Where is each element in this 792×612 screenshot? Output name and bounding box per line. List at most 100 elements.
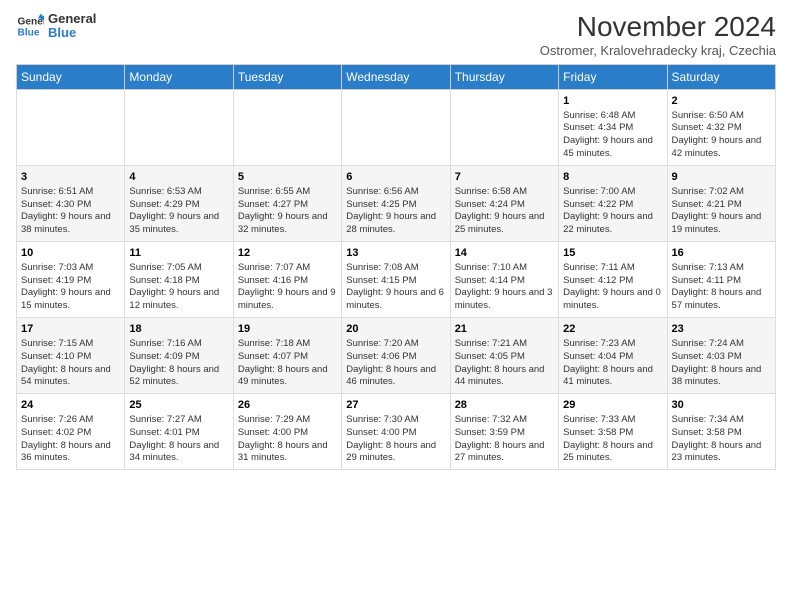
day-info: Sunrise: 7:07 AMSunset: 4:16 PMDaylight:… [238, 262, 337, 313]
day-number: 2 [672, 94, 771, 109]
weekday-header: Tuesday [233, 64, 341, 89]
day-number: 9 [672, 170, 771, 185]
calendar-cell: 18Sunrise: 7:16 AMSunset: 4:09 PMDayligh… [125, 318, 233, 394]
day-number: 14 [455, 246, 554, 261]
day-info: Sunrise: 7:20 AMSunset: 4:06 PMDaylight:… [346, 338, 445, 389]
logo-text-line2: Blue [48, 26, 96, 40]
calendar-cell: 9Sunrise: 7:02 AMSunset: 4:21 PMDaylight… [667, 165, 775, 241]
day-number: 1 [563, 94, 662, 109]
calendar-cell: 3Sunrise: 6:51 AMSunset: 4:30 PMDaylight… [17, 165, 125, 241]
day-info: Sunrise: 6:51 AMSunset: 4:30 PMDaylight:… [21, 186, 120, 237]
day-info: Sunrise: 7:16 AMSunset: 4:09 PMDaylight:… [129, 338, 228, 389]
day-info: Sunrise: 7:34 AMSunset: 3:58 PMDaylight:… [672, 414, 771, 465]
day-info: Sunrise: 7:24 AMSunset: 4:03 PMDaylight:… [672, 338, 771, 389]
calendar-cell [17, 89, 125, 165]
calendar-cell: 16Sunrise: 7:13 AMSunset: 4:11 PMDayligh… [667, 241, 775, 317]
calendar-cell: 5Sunrise: 6:55 AMSunset: 4:27 PMDaylight… [233, 165, 341, 241]
calendar-cell: 25Sunrise: 7:27 AMSunset: 4:01 PMDayligh… [125, 394, 233, 470]
day-info: Sunrise: 7:29 AMSunset: 4:00 PMDaylight:… [238, 414, 337, 465]
day-number: 13 [346, 246, 445, 261]
calendar-cell: 7Sunrise: 6:58 AMSunset: 4:24 PMDaylight… [450, 165, 558, 241]
day-number: 4 [129, 170, 228, 185]
calendar-cell: 30Sunrise: 7:34 AMSunset: 3:58 PMDayligh… [667, 394, 775, 470]
calendar-cell: 2Sunrise: 6:50 AMSunset: 4:32 PMDaylight… [667, 89, 775, 165]
calendar-cell: 19Sunrise: 7:18 AMSunset: 4:07 PMDayligh… [233, 318, 341, 394]
day-number: 23 [672, 322, 771, 337]
day-number: 17 [21, 322, 120, 337]
calendar-cell [342, 89, 450, 165]
calendar-cell: 20Sunrise: 7:20 AMSunset: 4:06 PMDayligh… [342, 318, 450, 394]
day-number: 22 [563, 322, 662, 337]
calendar-cell: 1Sunrise: 6:48 AMSunset: 4:34 PMDaylight… [559, 89, 667, 165]
day-number: 21 [455, 322, 554, 337]
calendar-cell [450, 89, 558, 165]
day-info: Sunrise: 7:27 AMSunset: 4:01 PMDaylight:… [129, 414, 228, 465]
weekday-header: Friday [559, 64, 667, 89]
day-info: Sunrise: 7:03 AMSunset: 4:19 PMDaylight:… [21, 262, 120, 313]
day-info: Sunrise: 7:13 AMSunset: 4:11 PMDaylight:… [672, 262, 771, 313]
weekday-header: Saturday [667, 64, 775, 89]
calendar-cell: 6Sunrise: 6:56 AMSunset: 4:25 PMDaylight… [342, 165, 450, 241]
day-info: Sunrise: 6:56 AMSunset: 4:25 PMDaylight:… [346, 186, 445, 237]
day-number: 27 [346, 398, 445, 413]
main-title: November 2024 [540, 12, 776, 43]
calendar-cell: 27Sunrise: 7:30 AMSunset: 4:00 PMDayligh… [342, 394, 450, 470]
day-info: Sunrise: 7:26 AMSunset: 4:02 PMDaylight:… [21, 414, 120, 465]
day-number: 5 [238, 170, 337, 185]
calendar-cell: 15Sunrise: 7:11 AMSunset: 4:12 PMDayligh… [559, 241, 667, 317]
day-info: Sunrise: 6:55 AMSunset: 4:27 PMDaylight:… [238, 186, 337, 237]
day-info: Sunrise: 6:53 AMSunset: 4:29 PMDaylight:… [129, 186, 228, 237]
calendar-cell: 26Sunrise: 7:29 AMSunset: 4:00 PMDayligh… [233, 394, 341, 470]
page-header: General Blue General Blue November 2024 … [16, 12, 776, 58]
day-info: Sunrise: 7:32 AMSunset: 3:59 PMDaylight:… [455, 414, 554, 465]
day-info: Sunrise: 7:11 AMSunset: 4:12 PMDaylight:… [563, 262, 662, 313]
day-number: 3 [21, 170, 120, 185]
calendar-cell: 8Sunrise: 7:00 AMSunset: 4:22 PMDaylight… [559, 165, 667, 241]
calendar-cell: 28Sunrise: 7:32 AMSunset: 3:59 PMDayligh… [450, 394, 558, 470]
title-block: November 2024 Ostromer, Kralovehradecky … [540, 12, 776, 58]
calendar-cell: 14Sunrise: 7:10 AMSunset: 4:14 PMDayligh… [450, 241, 558, 317]
day-number: 29 [563, 398, 662, 413]
day-number: 16 [672, 246, 771, 261]
day-number: 7 [455, 170, 554, 185]
day-number: 28 [455, 398, 554, 413]
day-info: Sunrise: 7:02 AMSunset: 4:21 PMDaylight:… [672, 186, 771, 237]
day-info: Sunrise: 7:30 AMSunset: 4:00 PMDaylight:… [346, 414, 445, 465]
day-number: 26 [238, 398, 337, 413]
weekday-header: Thursday [450, 64, 558, 89]
day-info: Sunrise: 7:23 AMSunset: 4:04 PMDaylight:… [563, 338, 662, 389]
day-number: 18 [129, 322, 228, 337]
calendar-cell: 24Sunrise: 7:26 AMSunset: 4:02 PMDayligh… [17, 394, 125, 470]
day-info: Sunrise: 7:18 AMSunset: 4:07 PMDaylight:… [238, 338, 337, 389]
calendar-cell: 13Sunrise: 7:08 AMSunset: 4:15 PMDayligh… [342, 241, 450, 317]
calendar-cell: 12Sunrise: 7:07 AMSunset: 4:16 PMDayligh… [233, 241, 341, 317]
calendar-cell [233, 89, 341, 165]
calendar-cell: 22Sunrise: 7:23 AMSunset: 4:04 PMDayligh… [559, 318, 667, 394]
weekday-header: Monday [125, 64, 233, 89]
calendar-cell: 10Sunrise: 7:03 AMSunset: 4:19 PMDayligh… [17, 241, 125, 317]
calendar-cell: 21Sunrise: 7:21 AMSunset: 4:05 PMDayligh… [450, 318, 558, 394]
day-number: 25 [129, 398, 228, 413]
weekday-header: Wednesday [342, 64, 450, 89]
calendar-cell: 17Sunrise: 7:15 AMSunset: 4:10 PMDayligh… [17, 318, 125, 394]
day-number: 20 [346, 322, 445, 337]
day-number: 19 [238, 322, 337, 337]
day-number: 6 [346, 170, 445, 185]
day-info: Sunrise: 7:33 AMSunset: 3:58 PMDaylight:… [563, 414, 662, 465]
subtitle: Ostromer, Kralovehradecky kraj, Czechia [540, 43, 776, 58]
weekday-header: Sunday [17, 64, 125, 89]
calendar-cell: 29Sunrise: 7:33 AMSunset: 3:58 PMDayligh… [559, 394, 667, 470]
day-info: Sunrise: 7:08 AMSunset: 4:15 PMDaylight:… [346, 262, 445, 313]
day-info: Sunrise: 7:21 AMSunset: 4:05 PMDaylight:… [455, 338, 554, 389]
day-number: 30 [672, 398, 771, 413]
day-info: Sunrise: 7:10 AMSunset: 4:14 PMDaylight:… [455, 262, 554, 313]
logo-icon: General Blue [16, 12, 44, 40]
day-number: 11 [129, 246, 228, 261]
day-number: 8 [563, 170, 662, 185]
calendar-cell: 4Sunrise: 6:53 AMSunset: 4:29 PMDaylight… [125, 165, 233, 241]
calendar-cell: 11Sunrise: 7:05 AMSunset: 4:18 PMDayligh… [125, 241, 233, 317]
day-info: Sunrise: 7:00 AMSunset: 4:22 PMDaylight:… [563, 186, 662, 237]
calendar-cell [125, 89, 233, 165]
day-info: Sunrise: 6:48 AMSunset: 4:34 PMDaylight:… [563, 110, 662, 161]
calendar-table: SundayMondayTuesdayWednesdayThursdayFrid… [16, 64, 776, 470]
